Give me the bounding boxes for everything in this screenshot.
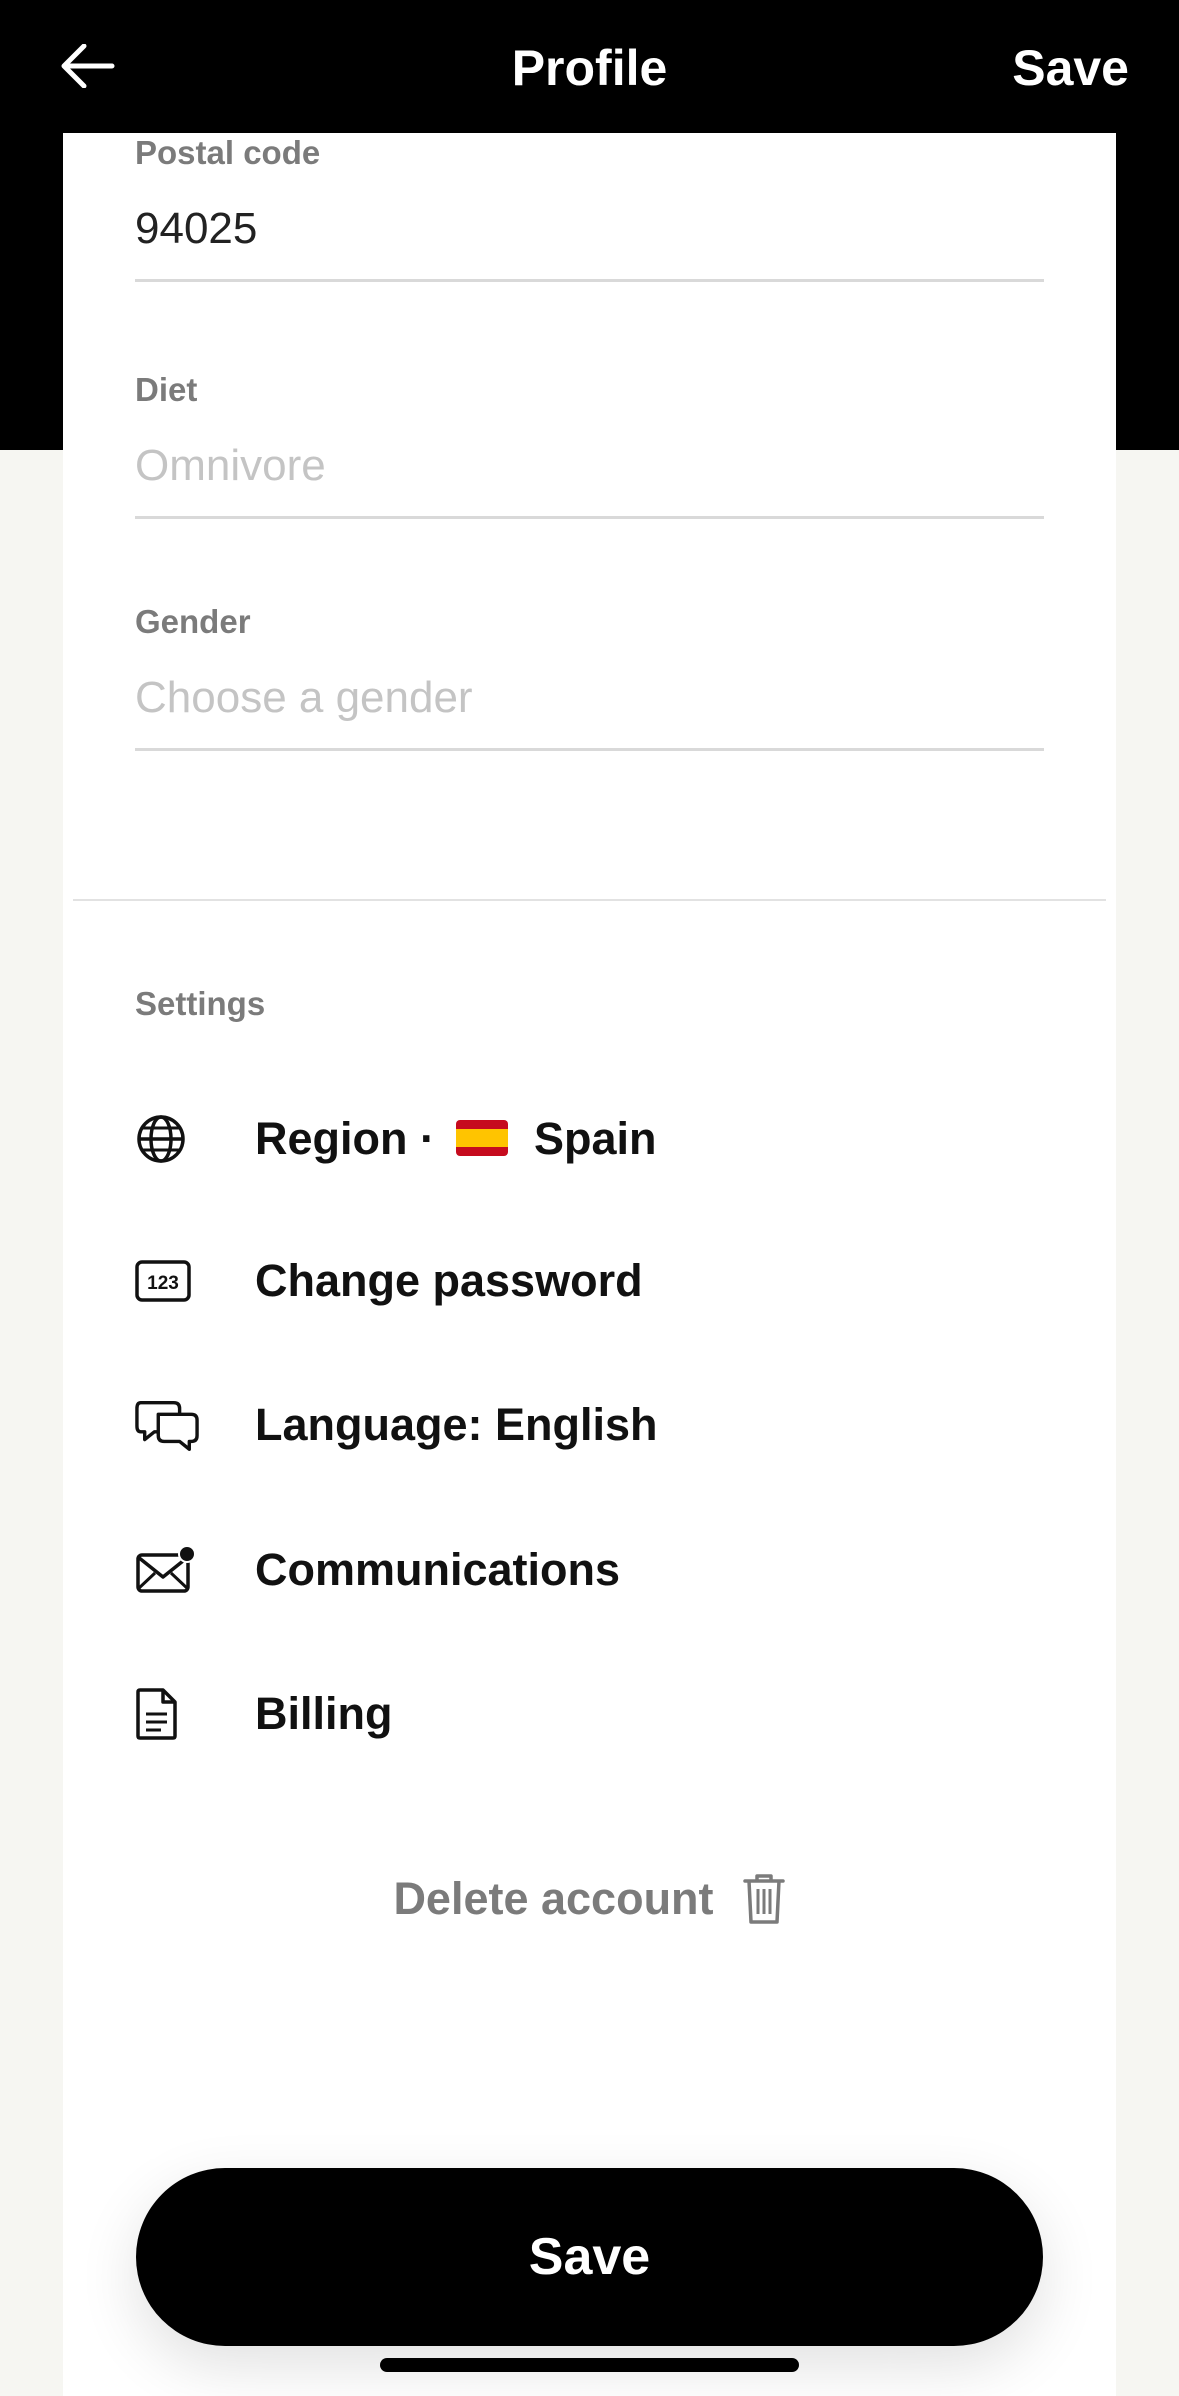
delete-account-button[interactable]: Delete account [63, 1871, 1116, 1927]
settings-item-region-label: Region · Spain [255, 1111, 657, 1167]
postal-code-value[interactable]: 94025 [135, 203, 1044, 255]
home-indicator [380, 2358, 799, 2372]
globe-icon [135, 1107, 199, 1171]
password-123-icon: 123 [135, 1249, 199, 1313]
diet-field[interactable]: Diet Omnivore [135, 370, 1044, 519]
settings-item-region[interactable]: Region · Spain [135, 1094, 1044, 1184]
settings-item-communications[interactable]: Communications [135, 1525, 1044, 1615]
settings-item-communications-label: Communications [255, 1544, 621, 1595]
postal-code-label: Postal code [135, 134, 321, 171]
settings-item-language[interactable]: Language: English [135, 1380, 1044, 1470]
diet-label: Diet [135, 371, 198, 408]
svg-text:123: 123 [147, 1273, 179, 1294]
region-prefix: Region · [255, 1113, 435, 1164]
postal-code-underline [135, 279, 1044, 282]
settings-item-change-password-label: Change password [255, 1255, 643, 1306]
diet-underline [135, 516, 1044, 519]
gender-underline [135, 748, 1044, 751]
settings-item-billing-label: Billing [255, 1688, 393, 1739]
page-title: Profile [511, 40, 668, 96]
profile-card: Postal code 94025 Diet Omnivore Gender C… [63, 133, 1116, 2396]
gender-select[interactable]: Choose a gender [135, 672, 1044, 724]
postal-code-field[interactable]: Postal code 94025 [135, 133, 1044, 282]
settings-item-language-label: Language: English [255, 1399, 658, 1450]
spain-flag-icon [455, 1120, 508, 1157]
settings-heading: Settings [135, 985, 266, 1022]
settings-item-billing[interactable]: Billing [135, 1669, 1044, 1759]
delete-account-label: Delete account [393, 1873, 714, 1924]
header-save-button[interactable]: Save [1012, 38, 1129, 98]
save-button[interactable]: Save [136, 2168, 1043, 2346]
gender-label: Gender [135, 603, 251, 640]
top-bar: Profile Save [0, 0, 1179, 133]
mail-notification-icon [135, 1538, 199, 1602]
region-country: Spain [534, 1113, 657, 1164]
document-icon [135, 1682, 199, 1746]
trash-icon [742, 1871, 786, 1927]
gender-field[interactable]: Gender Choose a gender [135, 602, 1044, 751]
chat-bubbles-icon [135, 1393, 199, 1457]
section-divider [73, 899, 1106, 901]
diet-input[interactable]: Omnivore [135, 440, 1044, 492]
settings-item-change-password[interactable]: 123 Change password [135, 1236, 1044, 1326]
